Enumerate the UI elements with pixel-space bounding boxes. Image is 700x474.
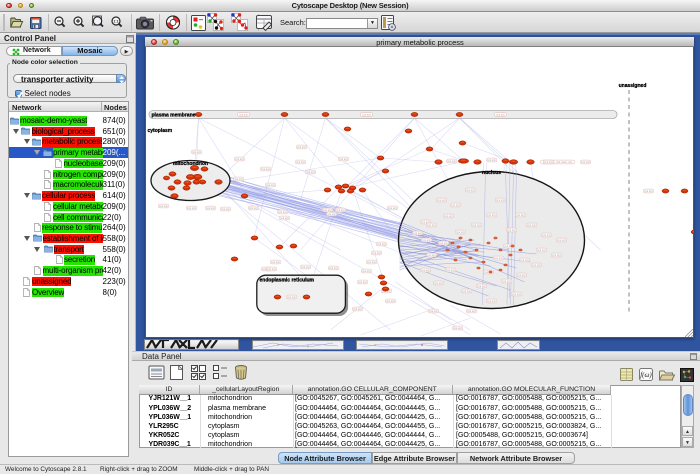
svg-text:(xx xx): (xx xx): [494, 256, 502, 260]
svg-text:(xx xx): (xx xx): [456, 230, 464, 234]
svg-text:(xx xx): (xx xx): [422, 238, 430, 242]
svg-text:(xx xx): (xx xx): [437, 198, 445, 202]
svg-text:(xx xx): (xx xx): [327, 212, 335, 216]
svg-text:(xx xx): (xx xx): [542, 233, 550, 237]
svg-text:(xx xx): (xx xx): [192, 150, 200, 154]
svg-text:(xx xx): (xx xx): [278, 210, 286, 214]
svg-text:(xx xx): (xx xx): [296, 160, 304, 164]
svg-text:(xx xx): (xx xx): [427, 223, 435, 227]
svg-text:plasma membrane: plasma membrane: [151, 113, 195, 119]
svg-text:(xx xx): (xx xx): [487, 213, 495, 217]
svg-text:(xx xx): (xx xx): [466, 188, 474, 192]
svg-text:(xx xx): (xx xx): [306, 170, 314, 174]
svg-text:(xx xx): (xx xx): [280, 216, 288, 220]
svg-text:f(ω): f(ω): [640, 371, 652, 379]
svg-text:(xx xx): (xx xx): [271, 260, 279, 264]
svg-text:(xx xx): (xx xx): [301, 265, 309, 269]
svg-text:(xx xx): (xx xx): [434, 281, 442, 285]
svg-text:(xx xx): (xx xx): [532, 263, 540, 267]
svg-text:(xx xx): (xx xx): [557, 238, 565, 242]
svg-text:(xx xx): (xx xx): [221, 207, 229, 211]
svg-text:(xx xx): (xx xx): [261, 167, 269, 171]
svg-text:(xx xx): (xx xx): [467, 309, 475, 313]
svg-text:(xx xx): (xx xx): [516, 213, 524, 217]
svg-text:cytoplasm: cytoplasm: [147, 128, 172, 134]
svg-text:(xx xx): (xx xx): [287, 295, 295, 299]
svg-text:(xx xx): (xx xx): [429, 309, 437, 313]
svg-text:(xx xx): (xx xx): [372, 251, 380, 255]
svg-text:(xx xx): (xx xx): [159, 204, 167, 208]
svg-text:(xx xx): (xx xx): [512, 292, 520, 296]
svg-text:(xx xx): (xx xx): [267, 267, 275, 271]
svg-text:(xx xx): (xx xx): [362, 269, 370, 273]
svg-text:(xx xx): (xx xx): [644, 189, 652, 193]
svg-text:(xx xx): (xx xx): [358, 280, 366, 284]
svg-text:(xx xx): (xx xx): [496, 113, 504, 117]
svg-text:(xx xx): (xx xx): [421, 268, 429, 272]
svg-text:(xx xx): (xx xx): [446, 268, 454, 272]
svg-text:(xx xx): (xx xx): [496, 198, 504, 202]
svg-text:(xx xx): (xx xx): [451, 203, 459, 207]
svg-text:(xx xx): (xx xx): [477, 284, 485, 288]
svg-text:(xx xx): (xx xx): [336, 208, 344, 212]
svg-text:(xx xx): (xx xx): [527, 223, 535, 227]
svg-text:(xx xx): (xx xx): [377, 242, 385, 246]
svg-text:mitochondrion: mitochondrion: [173, 161, 208, 167]
svg-text:(xx xx): (xx xx): [537, 248, 545, 252]
svg-text:(xx xx): (xx xx): [447, 159, 455, 163]
svg-text:(xx xx): (xx xx): [472, 223, 480, 227]
svg-text:endoplasmic reticulum: endoplasmic reticulum: [259, 278, 314, 284]
svg-text:(xx xx): (xx xx): [520, 258, 528, 262]
svg-text:(xx xx): (xx xx): [235, 157, 243, 161]
svg-text:(xx xx): (xx xx): [413, 231, 421, 235]
svg-text:(xx xx): (xx xx): [462, 289, 470, 293]
svg-text:(xx xx): (xx xx): [266, 183, 274, 187]
svg-text:(xx xx): (xx xx): [581, 160, 589, 164]
svg-text:(xx xx): (xx xx): [544, 160, 552, 164]
svg-text:(xx xx): (xx xx): [362, 113, 370, 117]
svg-text:(xx xx): (xx xx): [487, 158, 495, 162]
svg-text:(xx xx): (xx xx): [339, 157, 347, 161]
svg-text:(xx xx): (xx xx): [427, 253, 435, 257]
svg-text:(xx xx): (xx xx): [507, 228, 515, 232]
svg-text:(xx xx): (xx xx): [249, 206, 257, 210]
svg-text:(xx xx): (xx xx): [487, 299, 495, 303]
svg-text:(xx xx): (xx xx): [297, 145, 305, 149]
svg-text:(xx xx): (xx xx): [329, 266, 337, 270]
svg-text:(xx xx): (xx xx): [239, 113, 247, 117]
svg-text:(xx xx): (xx xx): [234, 177, 242, 181]
svg-text:(xx xx): (xx xx): [502, 279, 510, 283]
svg-text:(xx xx): (xx xx): [367, 260, 375, 264]
svg-text:(xx xx): (xx xx): [453, 326, 461, 330]
svg-text:(xx xx): (xx xx): [206, 206, 214, 210]
svg-text:1:1: 1:1: [113, 19, 118, 23]
svg-text:(xx xx): (xx xx): [388, 206, 396, 210]
svg-text:(xx xx): (xx xx): [187, 206, 195, 210]
svg-text:(xx xx): (xx xx): [386, 299, 394, 303]
svg-text:nucleus: nucleus: [482, 170, 501, 176]
svg-text:(xx xx): (xx xx): [552, 253, 560, 257]
svg-text:(xx xx): (xx xx): [444, 214, 452, 218]
svg-text:(xx xx): (xx xx): [439, 241, 447, 245]
svg-text:(xx xx): (xx xx): [517, 273, 525, 277]
svg-text:(xx xx): (xx xx): [353, 307, 361, 311]
svg-text:unassigned: unassigned: [618, 83, 646, 89]
